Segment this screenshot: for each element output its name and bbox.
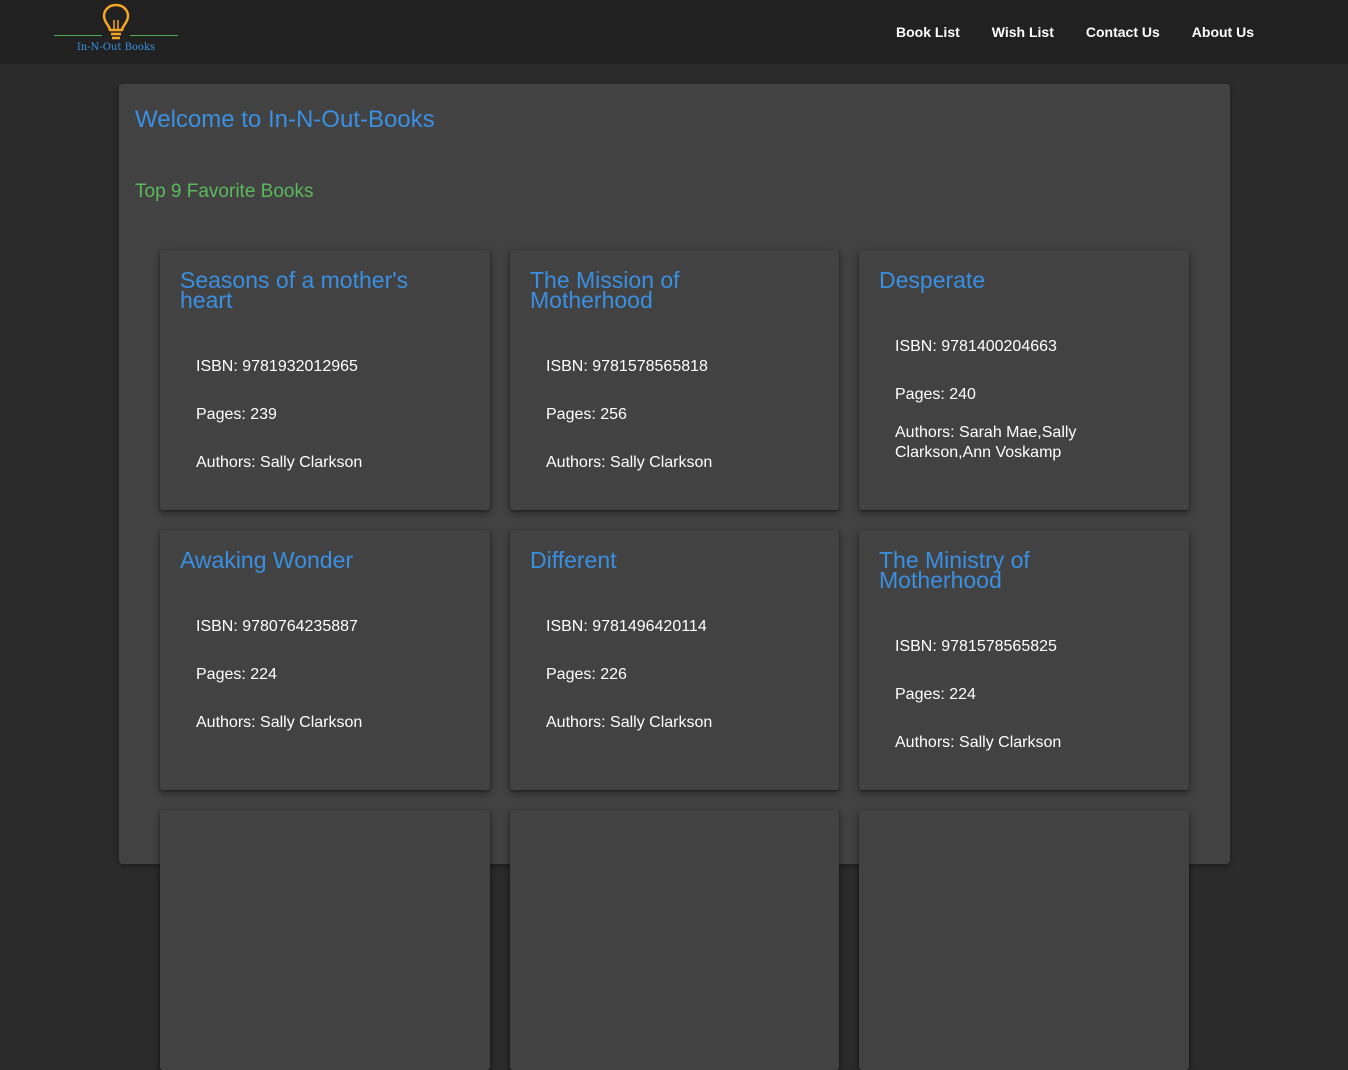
book-title[interactable]: Seasons of a mother's heart [180,269,440,312]
page-title: Welcome to In-N-Out-Books [135,106,435,133]
book-card[interactable] [510,810,839,1070]
book-isbn: ISBN: 9781578565825 [895,638,1057,655]
book-isbn: ISBN: 9781496420114 [546,618,707,635]
book-card[interactable]: Different ISBN: 9781496420114 Pages: 226… [510,530,839,790]
book-title[interactable]: Awaking Wonder [180,549,440,572]
nav-about-us[interactable]: About Us [1192,23,1254,41]
site-logo[interactable]: In-N-Out Books [54,2,178,58]
book-authors: Authors: Sally Clarkson [196,714,363,731]
book-title[interactable]: The Mission of Motherhood [530,269,790,312]
content-panel: Welcome to In-N-Out-Books Top 9 Favorite… [119,84,1230,1070]
top-nav-bar: In-N-Out Books Book List Wish List Conta… [0,0,1348,64]
book-card[interactable] [160,810,490,1070]
book-pages: Pages: 224 [196,666,277,683]
book-card[interactable]: The Mission of Motherhood ISBN: 97815785… [510,250,839,510]
book-isbn: ISBN: 9781400204663 [895,338,1057,355]
book-title[interactable]: The Ministry of Motherhood [879,549,1139,592]
book-pages: Pages: 224 [895,686,976,703]
book-card[interactable]: Awaking Wonder ISBN: 9780764235887 Pages… [160,530,490,790]
nav-book-list[interactable]: Book List [896,23,960,41]
book-pages: Pages: 256 [546,406,627,423]
book-card[interactable]: Seasons of a mother's heart ISBN: 978193… [160,250,490,510]
lightbulb-icon [102,3,130,40]
section-subtitle: Top 9 Favorite Books [135,181,314,202]
nav-wish-list[interactable]: Wish List [992,23,1054,41]
book-pages: Pages: 240 [895,386,976,403]
book-authors: Authors: Sally Clarkson [546,454,713,471]
main-nav: Book List Wish List Contact Us About Us [864,23,1254,41]
nav-contact-us[interactable]: Contact Us [1086,23,1160,41]
logo-text: In-N-Out Books [76,42,156,53]
book-pages: Pages: 226 [546,666,627,683]
book-isbn: ISBN: 9780764235887 [196,618,358,635]
book-authors: Authors: Sarah Mae,Sally Clarkson,Ann Vo… [895,424,1077,461]
logo-divider-right [130,35,178,36]
book-pages: Pages: 239 [196,406,277,423]
book-title[interactable]: Different [530,549,790,572]
logo-divider-left [54,35,102,36]
book-isbn: ISBN: 9781578565818 [546,358,708,375]
book-authors: Authors: Sally Clarkson [895,734,1062,751]
book-card[interactable]: The Ministry of Motherhood ISBN: 9781578… [859,530,1189,790]
book-title[interactable]: Desperate [879,269,1139,292]
book-authors: Authors: Sally Clarkson [546,714,713,731]
book-authors: Authors: Sally Clarkson [196,454,363,471]
book-card[interactable]: Desperate ISBN: 9781400204663 Pages: 240… [859,250,1189,510]
book-isbn: ISBN: 9781932012965 [196,358,358,375]
book-card[interactable] [859,810,1189,1070]
